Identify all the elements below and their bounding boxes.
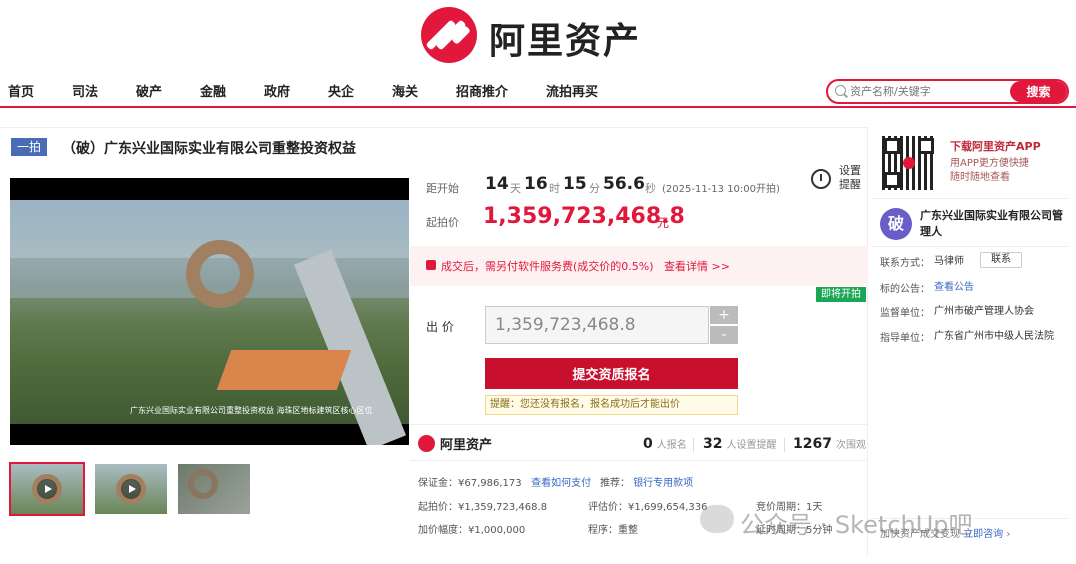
bid-label: 出 价: [426, 320, 454, 334]
wechat-icon: [700, 505, 734, 533]
search-input[interactable]: [850, 81, 1010, 102]
app-download-title[interactable]: 下载阿里资产APP: [950, 138, 1041, 154]
bid-amount-input[interactable]: 1,359,723,468.8: [485, 306, 709, 344]
app-qr-code[interactable]: [882, 136, 936, 190]
site-header: 阿里资产: [0, 0, 1076, 68]
recommend-info: 推荐： 银行专用款项: [600, 478, 694, 489]
price-unit: 元: [657, 216, 670, 230]
guide-row: 指导单位： 广东省广州市中级人民法院: [880, 331, 1054, 344]
seconds-unit: 秒: [645, 182, 656, 195]
alibaba-assets-small-logo-icon: [418, 435, 435, 452]
days-unit: 天: [510, 182, 521, 195]
reminders-count: 32 人设置提醒: [703, 436, 777, 452]
start-price-label: 起拍价: [426, 216, 459, 229]
video-caption: 广东兴业国际实业有限公司重整投资权益 海珠区地标建筑区核心区位: [130, 406, 373, 415]
nav-item-bankruptcy[interactable]: 破产: [136, 81, 162, 100]
view-notice-link[interactable]: 查看公告: [934, 282, 974, 293]
search-button[interactable]: 搜索: [1010, 81, 1067, 102]
registrants-count: 0 人报名: [643, 436, 687, 452]
lot-video-player[interactable]: 广东兴业国际实业有限公司重整投资权益 海珠区地标建筑区核心区位: [10, 178, 409, 445]
sidebar: 下载阿里资产APP 用APP更方便快捷 随时随地查看 破 广东兴业国际实业有限公司…: [872, 128, 1068, 556]
start-price-value: 1,359,723,468.8: [483, 204, 685, 229]
alibaba-assets-logo-icon[interactable]: [421, 7, 477, 63]
fee-details-link[interactable]: 查看详情 >>: [664, 258, 730, 274]
minutes-unit: 分: [589, 182, 600, 195]
nav-item-customs[interactable]: 海关: [392, 81, 418, 100]
countdown-seconds: 56.6: [603, 174, 645, 194]
start-price-info: 起拍价：¥1,359,723,468.8: [418, 502, 548, 513]
play-icon: [37, 479, 57, 499]
bank-account-link[interactable]: 银行专用款项: [633, 478, 693, 489]
nav-item-government[interactable]: 政府: [264, 81, 290, 100]
appraisal-info: 评估价：¥1,699,654,336: [588, 502, 708, 513]
thumbnail-image[interactable]: [178, 464, 250, 514]
administrator-avatar: 破: [880, 208, 912, 240]
contact-button[interactable]: 联系: [980, 252, 1022, 268]
nav-item-relist[interactable]: 流拍再买: [546, 81, 598, 100]
nav-item-home[interactable]: 首页: [8, 81, 34, 100]
fee-text: 成交后，需另付软件服务费(成交价的0.5%): [441, 260, 654, 273]
brand-small-text: 阿里资产: [440, 438, 493, 453]
bid-decrease-button[interactable]: -: [710, 326, 738, 344]
views-count: 1267 次围观: [793, 436, 866, 452]
alarm-clock-icon: [811, 169, 831, 189]
status-badge: 即将开拍: [816, 287, 866, 302]
thumbnail-video[interactable]: [95, 464, 167, 514]
hours-unit: 时: [549, 182, 560, 195]
nav-item-promotion[interactable]: 招商推介: [456, 81, 508, 100]
bid-increase-button[interactable]: +: [710, 306, 738, 324]
app-download-subtitle: 用APP更方便快捷 随时随地查看: [950, 158, 1029, 183]
circular-building: [186, 240, 254, 308]
search-box: 搜索: [826, 79, 1069, 104]
lot-detail: 一拍 （破）广东兴业国际实业有限公司重整投资权益 广东兴业国际实业有限公司重整投…: [0, 127, 868, 556]
administrator-name: 广东兴业国际实业有限公司管理人: [920, 209, 1063, 238]
submit-registration-button[interactable]: 提交资质报名: [485, 358, 738, 389]
aerial-photo: [10, 200, 409, 445]
set-reminder-button[interactable]: 设置提醒: [811, 164, 861, 194]
nav-item-soe[interactable]: 央企: [328, 81, 354, 100]
countdown-minutes: 15: [563, 174, 587, 194]
notice-icon: [426, 260, 436, 270]
lot-title: （破）广东兴业国际实业有限公司重整投资权益: [62, 141, 356, 157]
service-fee-notice: 成交后，需另付软件服务费(成交价的0.5%) 查看详情 >>: [410, 246, 868, 286]
thumbnail-video[interactable]: [9, 462, 85, 516]
play-icon: [121, 479, 141, 499]
watermark: 公众号 · SketchUp吧: [740, 511, 973, 539]
countdown-hours: 16: [524, 174, 548, 194]
search-icon: [835, 85, 846, 96]
auction-start-time: (2025-11-13 10:00开拍): [662, 184, 780, 195]
contact-row: 联系方式： 马律师 联系: [880, 252, 1022, 269]
supervisor-row: 监督单位： 广州市破产管理人协会: [880, 306, 1034, 319]
deposit-info: 保证金：¥67,986,173 查看如何支付: [418, 478, 592, 489]
nav-item-finance[interactable]: 金融: [200, 81, 226, 100]
nav-item-judicial[interactable]: 司法: [72, 81, 98, 100]
brand-name[interactable]: 阿里资产: [489, 12, 641, 64]
procedure-info: 程序：重整: [588, 525, 638, 536]
registration-tip: 提醒：您还没有报名，报名成功后才能出价: [485, 395, 738, 415]
payment-help-link[interactable]: 查看如何支付: [531, 478, 591, 489]
increment-info: 加价幅度：¥1,000,000: [418, 525, 526, 536]
countdown-days: 14: [485, 174, 509, 194]
notice-row: 标的公告： 查看公告: [880, 282, 974, 295]
countdown-label: 距开始: [426, 182, 459, 195]
reminder-label: 设置提醒: [839, 164, 861, 191]
auction-round-badge: 一拍: [11, 138, 47, 156]
